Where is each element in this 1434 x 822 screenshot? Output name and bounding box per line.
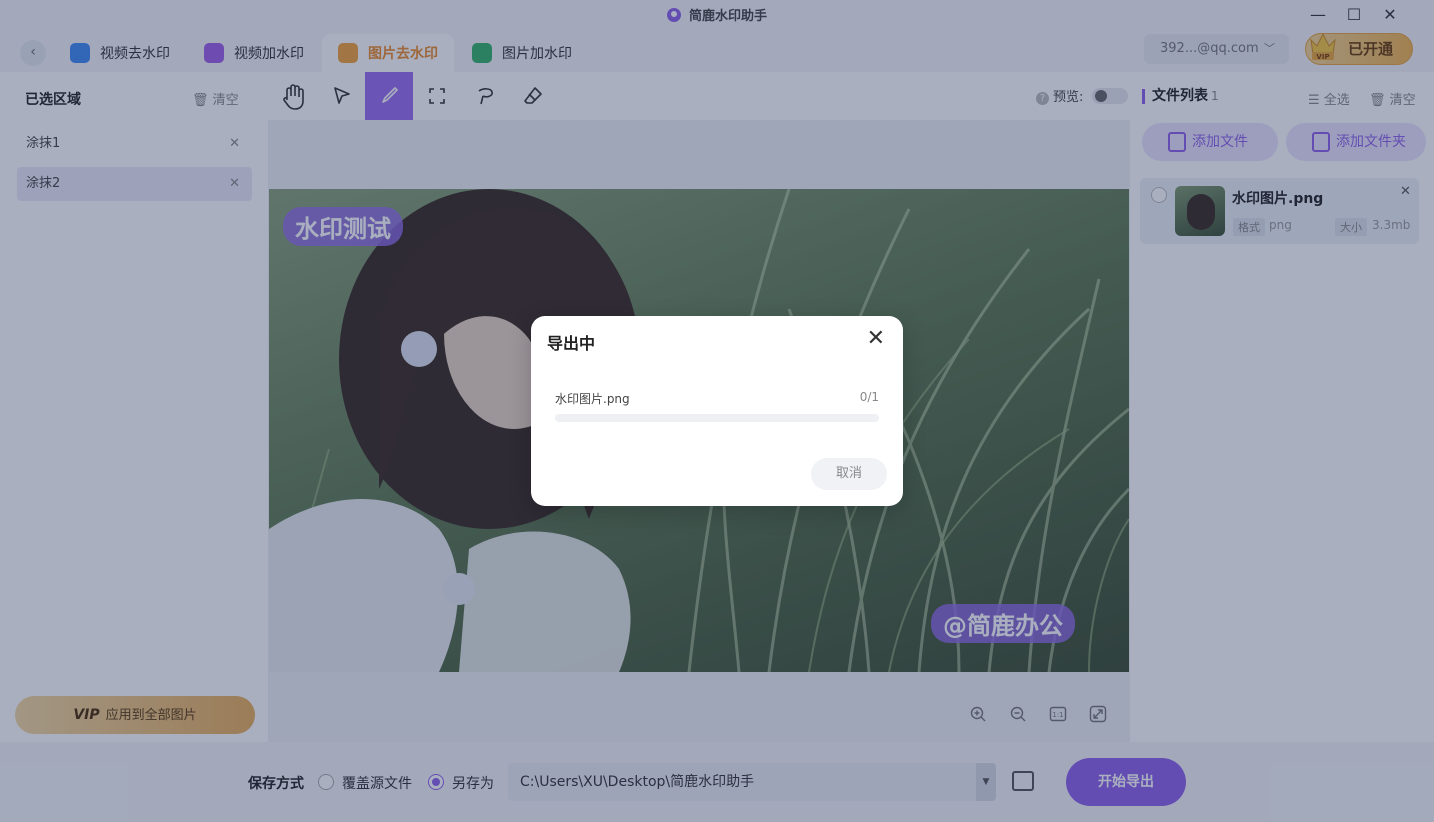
dialog-title: 导出中 — [547, 334, 596, 353]
export-count: 0/1 — [859, 390, 879, 404]
export-dialog: 导出中 ✕ 水印图片.png 0/1 取消 — [531, 316, 903, 506]
export-progress-bar — [555, 414, 879, 422]
cancel-export-button[interactable]: 取消 — [811, 458, 887, 490]
close-dialog-icon[interactable]: ✕ — [867, 328, 885, 350]
export-file-name: 水印图片.png — [555, 392, 630, 406]
